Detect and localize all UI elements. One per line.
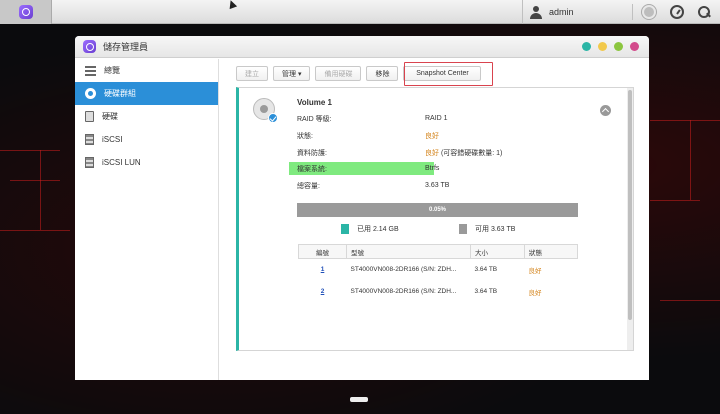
filesystem-label: 檔案系統: (297, 165, 327, 173)
disk-group-icon (85, 88, 96, 99)
status-value: 良好 (425, 132, 439, 140)
sidebar-item-disk-groups[interactable]: 硬碟群組 (75, 82, 218, 105)
table-header-row: 編號 型號 大小 狀態 (298, 244, 578, 259)
notification-icon[interactable] (642, 5, 656, 19)
status-label: 狀態: (297, 132, 313, 140)
free-legend: 可用 3.63 TB (459, 224, 515, 234)
taskbar: admin (0, 0, 720, 24)
free-label: 可用 3.63 TB (475, 226, 516, 233)
disk-icon (85, 111, 94, 122)
sidebar: 總覽 硬碟群組 硬碟 iSCSI iSCSI LUN (75, 59, 219, 380)
window-title: 儲存管理員 (103, 42, 149, 52)
disk-status: 良好 (528, 267, 542, 275)
minimize-button[interactable] (598, 42, 607, 51)
disk-link[interactable]: 1 (321, 266, 325, 273)
disk-size: 3.64 TB (474, 288, 498, 295)
storage-manager-taskbar-button[interactable] (0, 0, 52, 24)
raid-level-row: RAID 等級: RAID 1 (289, 112, 549, 125)
volume-name: Volume 1 (297, 98, 332, 107)
disk-model: ST4000VN008-2DR166 (S/N: ZDH... (350, 266, 457, 274)
raid-label: RAID 等級: (297, 115, 332, 123)
storage-manager-icon (83, 40, 96, 53)
status-row: 狀態: 良好 (289, 129, 549, 142)
collapse-icon[interactable] (600, 105, 611, 116)
used-label: 已用 2.14 GB (357, 226, 399, 233)
sidebar-item-disks[interactable]: 硬碟 (75, 105, 218, 128)
disk-number: 1 (299, 259, 347, 281)
free-swatch (459, 224, 467, 234)
filesystem-value: Btrfs (425, 165, 440, 172)
highlight-annotation (404, 62, 493, 86)
remove-button[interactable]: 移除 (366, 66, 399, 81)
spare-disk-button[interactable]: 備用硬碟 (315, 66, 362, 81)
capacity-row: 總容量: 3.63 TB (289, 179, 549, 192)
storage-manager-icon (18, 5, 33, 19)
sidebar-item-label: 總覽 (104, 66, 120, 75)
col-number[interactable]: 編號 (298, 244, 347, 259)
page-indicator[interactable] (350, 397, 368, 402)
close-button[interactable] (630, 42, 639, 51)
col-model[interactable]: 型號 (346, 244, 471, 259)
protection-value: 良好 (可容錯硬碟數量: 1) (425, 149, 503, 157)
col-size[interactable]: 大小 (470, 244, 525, 259)
protection-row: 資料防護: 良好 (可容錯硬碟數量: 1) (289, 146, 549, 159)
table-row[interactable]: 2 ST4000VN008-2DR166 (S/N: ZDH... 3.64 T… (299, 281, 578, 303)
window-controls (582, 42, 639, 51)
col-status[interactable]: 狀態 (524, 244, 578, 259)
manage-button[interactable]: 管理 ▾ (273, 66, 311, 81)
used-swatch (341, 224, 349, 234)
usage-bar: 0.05% (297, 203, 578, 217)
window-dot-1[interactable] (582, 42, 591, 51)
scrollbar-thumb[interactable] (628, 90, 632, 320)
sidebar-item-label: iSCSI LUN (102, 158, 141, 167)
sidebar-item-label: iSCSI (102, 135, 123, 144)
disk-link[interactable]: 2 (321, 288, 325, 295)
check-icon (268, 113, 278, 123)
user-menu[interactable]: admin (522, 0, 574, 24)
search-icon[interactable] (697, 5, 711, 19)
iscsi-icon (85, 134, 94, 145)
mouse-cursor (226, 0, 238, 10)
disk-table: 編號 型號 大小 狀態 1 ST4000VN008-2DR166 (S/N: Z… (298, 244, 578, 303)
storage-manager-window: 儲存管理員 總覽 硬碟群組 硬碟 iSCSI iSCSI LUN 建立 管理 ▾… (75, 36, 649, 380)
used-legend: 已用 2.14 GB (341, 224, 399, 234)
user-icon (529, 5, 543, 19)
taskbar-divider (632, 4, 633, 20)
sidebar-item-iscsi[interactable]: iSCSI (75, 128, 218, 151)
raid-value: RAID 1 (425, 115, 448, 122)
protection-label: 資料防護: (297, 149, 327, 157)
protection-status: 良好 (425, 149, 439, 157)
iscsi-lun-icon (85, 157, 94, 168)
sidebar-item-overview[interactable]: 總覽 (75, 59, 218, 82)
user-name: admin (549, 7, 574, 17)
volume-panel: Volume 1 RAID 等級: RAID 1 狀態: 良好 資料防護: 良好… (236, 87, 634, 351)
disk-number: 2 (299, 281, 347, 303)
maximize-button[interactable] (614, 42, 623, 51)
overview-icon (85, 65, 96, 76)
disk-model: ST4000VN008-2DR166 (S/N: ZDH... (350, 288, 457, 295)
disk-size: 3.64 TB (474, 266, 498, 274)
capacity-label: 總容量: (297, 182, 320, 190)
window-titlebar[interactable]: 儲存管理員 (75, 36, 649, 58)
sidebar-item-label: 硬碟 (102, 112, 118, 121)
capacity-value: 3.63 TB (425, 182, 450, 189)
sidebar-item-label: 硬碟群組 (104, 89, 136, 98)
disk-status: 良好 (528, 289, 542, 297)
sidebar-item-iscsi-lun[interactable]: iSCSI LUN (75, 151, 218, 174)
dashboard-icon[interactable] (670, 5, 684, 19)
main-content: 建立 管理 ▾ 備用硬碟 移除 Snapshot Center Volume 1… (220, 59, 649, 380)
table-row[interactable]: 1 ST4000VN008-2DR166 (S/N: ZDH... 3.64 T… (299, 259, 578, 281)
panel-scrollbar[interactable] (627, 88, 633, 350)
create-button[interactable]: 建立 (236, 66, 268, 81)
filesystem-row: 檔案系統: Btrfs (289, 162, 439, 175)
